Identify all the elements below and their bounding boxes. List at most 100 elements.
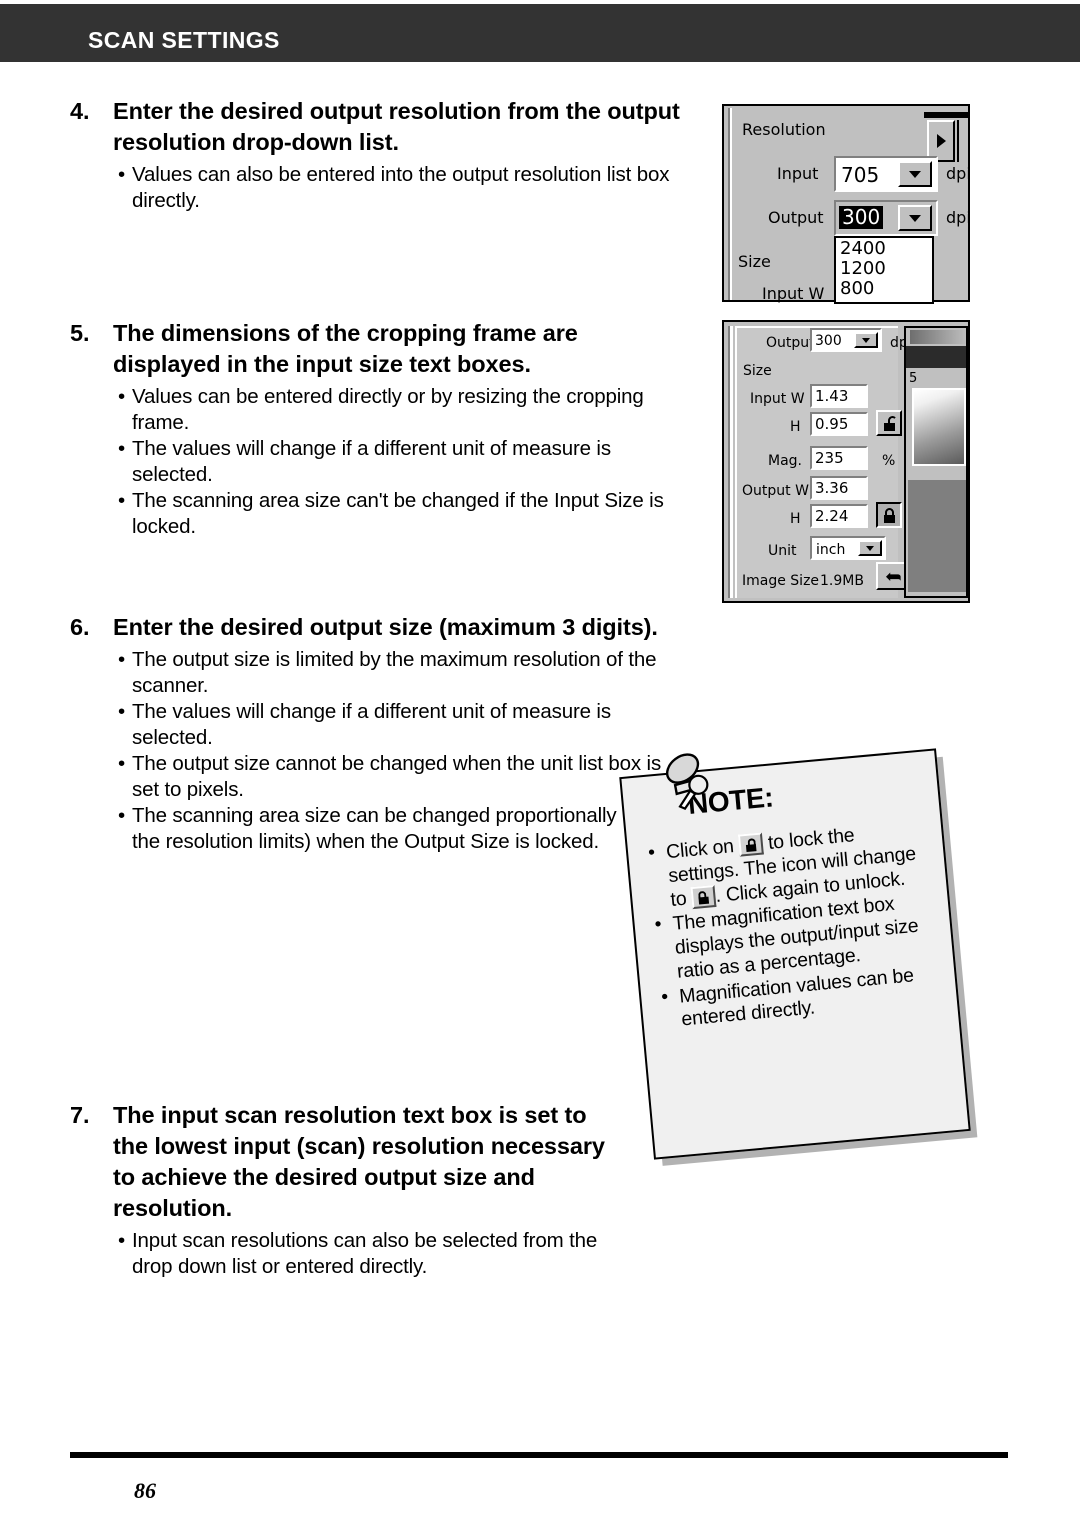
pushpin-icon [665,753,709,810]
output-width-field[interactable]: 3.36 [810,476,868,500]
step-bullets: • The output size is limited by the maxim… [70,647,690,855]
bullet-glyph: • [118,700,126,724]
step-item: 4. Enter the desired output resolution f… [70,96,690,214]
step-7-block: 7. The input scan resolution text box is… [70,1100,610,1280]
dropdown-option[interactable]: 1200 [840,258,932,279]
step-title: Enter the desired output resolution from… [113,98,680,156]
input-unit-label: dpi [946,164,971,183]
bullet-text: The values will change if a different un… [132,437,611,487]
step-title: The input scan resolution text box is se… [113,1102,605,1222]
triangle-down-icon [909,214,921,222]
step-number: 4. [70,98,90,124]
output-height-field[interactable]: 2.24 [810,504,868,528]
dialog-right-rail [957,120,966,162]
step-number: 7. [70,1102,90,1128]
output-height-value: 2.24 [815,506,849,525]
output-resolution-dropdown-button[interactable] [898,205,932,231]
step-item: 5. The dimensions of the cropping frame … [70,318,690,540]
preview-thumbnail[interactable] [912,388,966,466]
unit-dropdown-button[interactable] [858,540,882,556]
output-height-label: H [790,511,801,527]
input-size-lock-button[interactable] [876,410,902,436]
triangle-down-icon [866,545,874,551]
list-item: • The scanning area size can't be changed… [70,488,690,540]
output-size-lock-button[interactable] [876,502,902,528]
dropdown-option[interactable]: 2400 [840,238,932,259]
undo-arrow-icon: ➦ [884,564,902,588]
dropdown-option[interactable]: 800 [840,279,932,299]
step-title: Enter the desired output size (maximum 3… [113,614,658,640]
preview-dark-strip [906,346,966,368]
bullet-glyph: • [118,1229,126,1253]
lock-open-icon [737,832,764,857]
resolution-dialog: Resolution Input 705 dpi Output 300 dpi … [722,104,971,304]
unit-value: inch [816,542,846,558]
bullet-glyph: • [118,437,126,461]
step-6-block: 6. Enter the desired output size (maximu… [70,612,690,855]
bullet-glyph: • [647,841,656,864]
image-size-value: 1.9MB [820,573,864,589]
lock-open-icon [882,415,897,431]
dialog-top-edge [924,112,968,118]
unit-combo[interactable]: inch [810,536,886,560]
input-resolution-dropdown-button[interactable] [898,161,932,187]
bullet-glyph: • [118,489,126,513]
list-item: • The values will change if a different u… [70,436,690,488]
input-width-label: Input W [762,284,825,303]
output-unit-label: dpi [946,208,971,227]
bullet-text: Input scan resolutions can also be selec… [132,1229,598,1279]
step-item: 7. The input scan resolution text box is… [70,1100,610,1280]
step-4-block: 4. Enter the desired output resolution f… [70,96,690,214]
output-resolution-combo[interactable]: 300 [834,200,938,236]
bullet-text: The scanning area size can be changed pr… [132,804,681,854]
magnification-label: Mag. [768,453,802,469]
size-group-label: Size [743,363,772,379]
list-item: • The scanning area size can be changed p… [70,803,690,855]
step-number: 6. [70,614,90,640]
triangle-down-icon [909,170,921,178]
step-bullets: • Values can also be entered into the out… [70,162,690,214]
image-size-label: Image Size [742,573,820,589]
bullet-text: Values can be entered directly or by res… [132,385,644,435]
bullet-text: Values can also be entered into the outp… [132,163,670,213]
input-width-field[interactable]: 1.43 [810,384,868,408]
output-width-label: Output W [742,483,809,499]
output-resolution-value: 300 [839,206,884,229]
page-title: SCAN SETTINGS [88,27,280,53]
bullet-glyph: • [660,985,669,1008]
magnification-value: 235 [815,448,844,467]
step-item: 6. Enter the desired output size (maximu… [70,612,690,855]
triangle-right-icon [936,134,946,148]
magnification-field[interactable]: 235 [810,446,868,470]
note-callout: NOTE: • Click on to lock the settings. Th… [619,748,971,1160]
preview-workspace [908,480,966,592]
list-item: • Values can be entered directly or by re… [70,384,690,436]
input-width-value: 1.43 [815,386,849,405]
size-group-label: Size [738,252,771,271]
output-resolution-dropdown-list[interactable]: 2400 1200 800 [834,236,934,304]
input-resolution-label: Input [777,164,819,183]
lock-closed-icon [882,507,897,523]
resolution-group-label: Resolution [742,120,826,139]
list-item: • The output size cannot be changed when … [70,751,690,803]
step-number: 5. [70,320,90,346]
list-item: • Values can also be entered into the out… [70,162,690,214]
bullet-text: The output size cannot be changed when t… [132,752,662,802]
output-resolution-combo[interactable]: 300 [810,328,882,352]
input-resolution-combo[interactable]: 705 [834,156,938,192]
step-5-block: 5. The dimensions of the cropping frame … [70,318,690,540]
input-height-field[interactable]: 0.95 [810,412,868,436]
output-width-value: 3.36 [815,478,849,497]
input-resolution-value: 705 [841,163,880,187]
input-width-label: Input W [750,391,805,407]
bullet-glyph: • [118,163,126,187]
bullet-glyph: • [118,804,126,828]
triangle-down-icon [862,337,870,343]
preview-titlebar [910,330,966,344]
step-heading: 5. The dimensions of the cropping frame … [70,318,690,380]
step-bullets: • Input scan resolutions can also be sele… [70,1228,610,1280]
dialog-left-rail [728,326,733,598]
step-heading: 6. Enter the desired output size (maximu… [70,612,690,643]
output-resolution-dropdown-button[interactable] [854,332,878,348]
magnification-unit-label: % [882,453,896,469]
